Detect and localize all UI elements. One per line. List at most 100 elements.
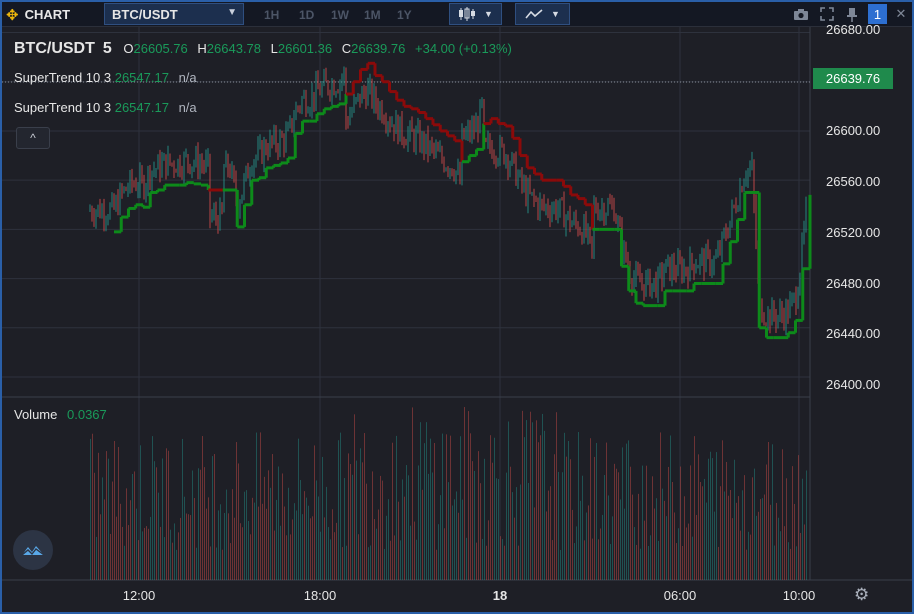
high-key: H <box>197 41 207 56</box>
volume-bar <box>444 528 445 580</box>
volume-bar <box>238 463 239 580</box>
volume-bar <box>626 443 627 580</box>
volume-bar <box>204 467 205 580</box>
volume-bar <box>420 422 421 580</box>
volume-bar <box>150 516 151 580</box>
volume-bar <box>712 458 713 580</box>
x-axis-label: 18 <box>492 588 508 603</box>
volume-bar <box>786 478 787 580</box>
x-axis-label: 12:00 <box>122 588 156 603</box>
volume-bar <box>298 438 299 580</box>
volume-bar <box>508 421 509 580</box>
volume-bar <box>276 499 277 580</box>
volume-bar <box>486 545 487 580</box>
gear-icon[interactable]: ⚙ <box>854 585 869 605</box>
volume-bar <box>358 534 359 580</box>
volume-bar <box>252 497 253 580</box>
volume-bar <box>790 548 791 580</box>
volume-bar <box>380 475 381 580</box>
volume-bar <box>610 544 611 580</box>
volume-bar <box>230 543 231 580</box>
volume-bar <box>200 469 201 580</box>
volume-bar <box>540 435 541 580</box>
volume-bar <box>172 542 173 580</box>
volume-bar <box>564 432 565 580</box>
volume-bar <box>636 544 637 580</box>
volume-bar <box>806 470 807 580</box>
logo-button[interactable] <box>13 530 53 570</box>
volume-bar <box>288 487 289 580</box>
volume-bar <box>282 473 283 580</box>
volume-bar <box>166 448 167 580</box>
volume-bar <box>724 491 725 580</box>
volume-bar <box>514 517 515 580</box>
volume-bar <box>492 462 493 580</box>
volume-bar <box>144 527 145 580</box>
volume-bar <box>328 527 329 580</box>
volume-bar <box>228 513 229 580</box>
volume-bar <box>262 503 263 580</box>
volume-bar <box>716 452 717 580</box>
indicator-legend[interactable]: SuperTrend 10 3 26547.17 n/a <box>14 100 197 115</box>
volume-bar <box>668 466 669 580</box>
volume-bar <box>476 542 477 580</box>
volume-bar <box>394 535 395 580</box>
volume-bar <box>594 456 595 580</box>
volume-bar <box>180 517 181 580</box>
volume-bar <box>286 535 287 580</box>
volume-bar <box>440 495 441 580</box>
volume-bar <box>206 508 207 580</box>
indicator-legend[interactable]: SuperTrend 10 3 26547.17 n/a <box>14 70 197 85</box>
volume-bar <box>386 515 387 580</box>
volume-bar <box>704 478 705 580</box>
volume-bar <box>638 493 639 580</box>
volume-bar <box>324 517 325 580</box>
volume-bar <box>740 530 741 580</box>
volume-bar <box>706 502 707 580</box>
volume-bar <box>488 520 489 580</box>
volume-bar <box>290 534 291 580</box>
volume-bar <box>130 500 131 580</box>
volume-bar <box>308 505 309 580</box>
volume-bar <box>220 504 221 580</box>
indicator-extra: n/a <box>178 100 197 115</box>
volume-bar <box>528 482 529 580</box>
y-axis-label: 26520.00 <box>826 225 881 240</box>
volume-bar <box>484 458 485 580</box>
volume-bar <box>480 483 481 580</box>
volume-bar <box>558 471 559 580</box>
volume-bars <box>90 407 807 580</box>
volume-bar <box>548 490 549 580</box>
high-value: 26643.78 <box>206 41 262 56</box>
volume-bar <box>338 440 339 580</box>
volume-legend[interactable]: Volume 0.0367 <box>14 407 107 422</box>
volume-bar <box>764 494 765 580</box>
price-chart[interactable] <box>2 2 912 612</box>
volume-bar <box>526 420 527 580</box>
volume-bar <box>770 504 771 580</box>
volume-bar <box>170 529 171 580</box>
volume-bar <box>646 465 647 580</box>
volume-bar <box>388 499 389 580</box>
volume-bar <box>318 496 319 580</box>
volume-bar <box>362 462 363 580</box>
volume-bar <box>462 499 463 580</box>
collapse-legend-button[interactable]: ^ <box>16 127 50 149</box>
volume-bar <box>222 549 223 580</box>
volume-bar <box>750 534 751 580</box>
volume-bar <box>510 466 511 580</box>
volume-bar <box>404 496 405 580</box>
volume-bar <box>710 451 711 580</box>
volume-bar <box>382 480 383 580</box>
volume-bar <box>662 488 663 580</box>
volume-bar <box>214 454 215 580</box>
volume-bar <box>146 526 147 580</box>
volume-bar <box>584 540 585 580</box>
volume-bar <box>138 540 139 580</box>
y-axis-label: 26600.00 <box>826 123 881 138</box>
volume-bar <box>398 501 399 580</box>
volume-bar <box>644 520 645 580</box>
volume-bar <box>348 453 349 580</box>
volume-bar <box>458 512 459 580</box>
volume-bar <box>602 514 603 580</box>
